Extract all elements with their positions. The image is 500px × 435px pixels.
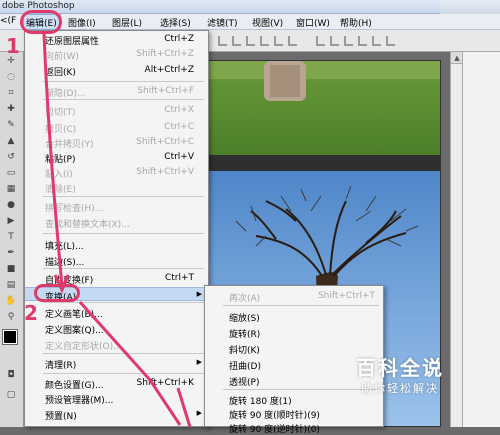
watermark-logo: 百科全说 助你轻松解决 [338, 352, 462, 400]
watermark-subtitle: 助你轻松解决 [361, 382, 439, 395]
watermark-title: 百科全说 [356, 356, 444, 380]
